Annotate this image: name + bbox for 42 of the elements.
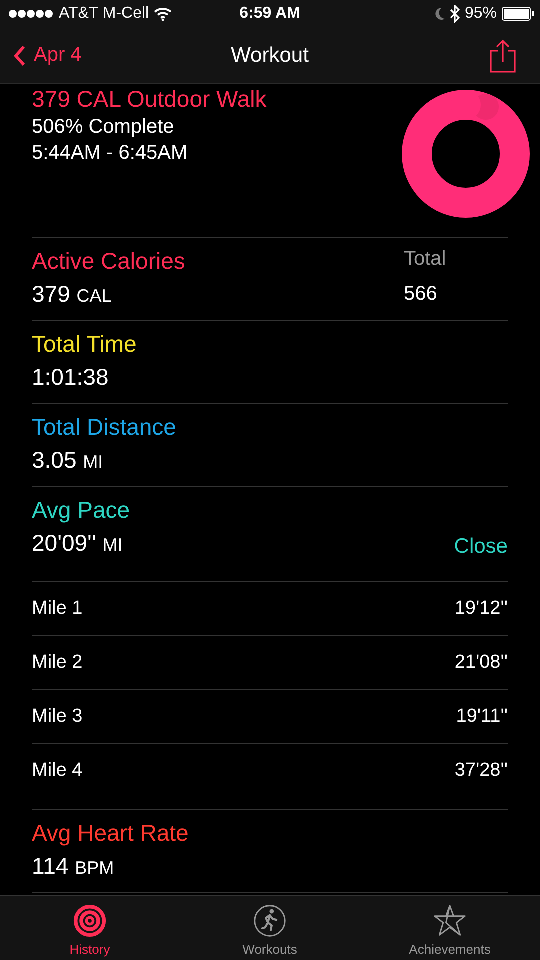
split-value: 19'11'' bbox=[456, 706, 508, 728]
metric-label: Active Calories bbox=[32, 248, 186, 275]
metric-value: 1:01:38 bbox=[32, 364, 109, 391]
signal-icon bbox=[8, 9, 54, 19]
share-button[interactable] bbox=[490, 38, 516, 72]
screen-title: Workout bbox=[231, 44, 309, 68]
back-button[interactable]: Apr 4 bbox=[14, 44, 82, 67]
split-label: Mile 3 bbox=[32, 706, 83, 728]
metric-label: Avg Pace bbox=[32, 497, 130, 524]
split-label: Mile 2 bbox=[32, 652, 83, 674]
metric-value: 3.05 MI bbox=[32, 447, 104, 474]
tab-item[interactable]: Achievements bbox=[375, 896, 525, 960]
time-range: 5:44AM - 6:45AM bbox=[32, 142, 189, 165]
tab-item[interactable]: Workouts bbox=[195, 896, 345, 960]
completion-text: 506% Complete bbox=[32, 116, 176, 139]
chevron-icon bbox=[14, 44, 26, 66]
total-value: 566 bbox=[404, 283, 438, 306]
tab-item[interactable]: History bbox=[15, 896, 165, 960]
metric-label: Total Distance bbox=[32, 414, 176, 441]
status-time: 6:59 AM bbox=[240, 5, 300, 23]
runner-icon bbox=[253, 904, 287, 938]
close-button[interactable]: Close bbox=[454, 535, 508, 559]
moon-icon bbox=[432, 7, 445, 21]
total-label: Total bbox=[404, 248, 446, 271]
split-label: Mile 4 bbox=[32, 760, 83, 782]
metric-label: Total Time bbox=[32, 331, 137, 358]
split-value: 21'08'' bbox=[454, 652, 508, 674]
bluetooth-icon bbox=[450, 5, 460, 23]
split-label: Mile 1 bbox=[32, 598, 83, 620]
carrier-name: AT&T M-Cell bbox=[59, 5, 150, 23]
star-icon bbox=[433, 904, 467, 938]
rings-icon bbox=[73, 904, 107, 938]
split-value: 19'12'' bbox=[454, 598, 508, 620]
metric-value: 114 BPM bbox=[32, 853, 114, 880]
metric-value: 379 CAL bbox=[32, 281, 112, 308]
metric-label: Avg Heart Rate bbox=[32, 820, 189, 847]
metric-value: 20'09'' MI bbox=[32, 530, 123, 557]
battery-percent: 95% bbox=[464, 5, 497, 23]
battery-icon bbox=[502, 7, 534, 21]
wifi-icon bbox=[154, 7, 172, 21]
workout-title: 379 CAL Outdoor Walk bbox=[32, 86, 267, 113]
split-value: 37'28'' bbox=[454, 760, 508, 782]
